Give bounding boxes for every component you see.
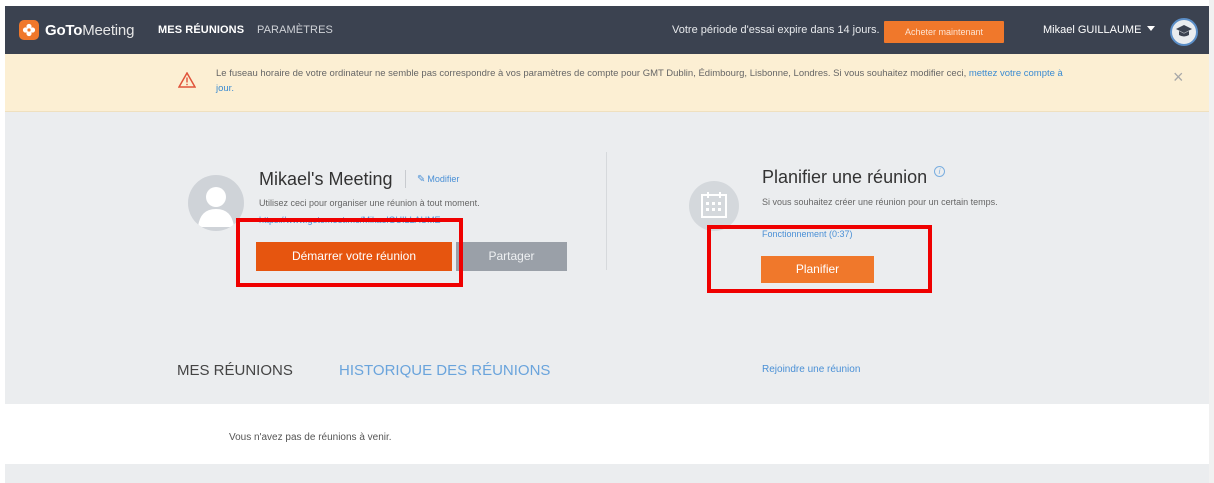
meeting-title: Mikael's Meeting — [259, 169, 393, 189]
nav-my-meetings[interactable]: MES RÉUNIONS — [158, 24, 244, 36]
meeting-description: Utilisez ceci pour organiser une réunion… — [259, 198, 480, 208]
nav-settings[interactable]: PARAMÈTRES — [257, 24, 333, 36]
edit-label: Modifier — [427, 174, 460, 184]
schedule-title: Planifier une réunion — [762, 167, 928, 187]
tab-my-meetings[interactable]: MES RÉUNIONS — [177, 362, 293, 379]
pencil-icon: ✎ — [417, 174, 426, 185]
person-silhouette-icon — [198, 187, 234, 227]
schedule-description: Si vous souhaitez créer une réunion pour… — [762, 197, 998, 207]
calendar-badge — [689, 181, 739, 231]
app-frame: GoToMeeting MES RÉUNIONS PARAMÈTRES Votr… — [5, 0, 1209, 483]
chevron-down-icon — [1147, 26, 1156, 31]
section-divider — [606, 152, 607, 270]
logo-wordmark: GoToMeeting — [45, 22, 134, 39]
share-button[interactable]: Partager — [456, 242, 567, 271]
tab-meeting-history[interactable]: HISTORIQUE DES RÉUNIONS — [339, 362, 550, 379]
info-icon[interactable]: i — [934, 166, 945, 177]
join-meeting-link[interactable]: Rejoindre une réunion — [762, 364, 860, 375]
user-menu[interactable]: Mikael GUILLAUME — [1043, 24, 1156, 36]
upcoming-meetings-list: Vous n'avez pas de réunions à venir. — [5, 404, 1209, 464]
how-it-works-link[interactable]: Fonctionnement (0:37) — [762, 229, 853, 239]
timezone-warning-banner: Le fuseau horaire de votre ordinateur ne… — [5, 54, 1209, 112]
close-icon[interactable]: × — [1173, 68, 1184, 86]
warning-message-text: Le fuseau horaire de votre ordinateur ne… — [216, 68, 969, 79]
profile-avatar[interactable] — [1170, 18, 1198, 46]
trial-expiry-text: Votre période d'essai expire dans 14 jou… — [672, 24, 880, 36]
gotomeeting-logo[interactable]: GoToMeeting — [19, 20, 134, 40]
meeting-hero-panel: Mikael's Meeting ✎ Modifier Utilisez ceci… — [5, 112, 1209, 404]
logo-wordmark-light: Meeting — [82, 21, 135, 39]
empty-state-message: Vous n'avez pas de réunions à venir. — [229, 432, 392, 443]
warning-message: Le fuseau horaire de votre ordinateur ne… — [216, 66, 1076, 96]
title-separator — [405, 170, 406, 188]
gotomeeting-flower-icon — [19, 20, 39, 40]
edit-meeting-link[interactable]: ✎ Modifier — [417, 174, 459, 185]
user-avatar — [188, 175, 244, 231]
schedule-button[interactable]: Planifier — [761, 256, 874, 283]
graduation-cap-icon — [1176, 25, 1192, 37]
calendar-icon — [701, 192, 727, 218]
scrollbar[interactable] — [1209, 0, 1214, 483]
logo-wordmark-bold: GoTo — [45, 21, 83, 39]
footer-band — [5, 464, 1209, 483]
meeting-url-link[interactable]: https://www.gotomeet.me/MikaelGUILLAUME — [259, 215, 441, 225]
buy-now-button[interactable]: Acheter maintenant — [884, 21, 1004, 43]
user-name: Mikael GUILLAUME — [1043, 24, 1142, 36]
top-nav-bar: GoToMeeting MES RÉUNIONS PARAMÈTRES Votr… — [5, 6, 1209, 54]
start-meeting-button[interactable]: Démarrer votre réunion — [256, 242, 452, 271]
warning-icon — [177, 71, 197, 93]
